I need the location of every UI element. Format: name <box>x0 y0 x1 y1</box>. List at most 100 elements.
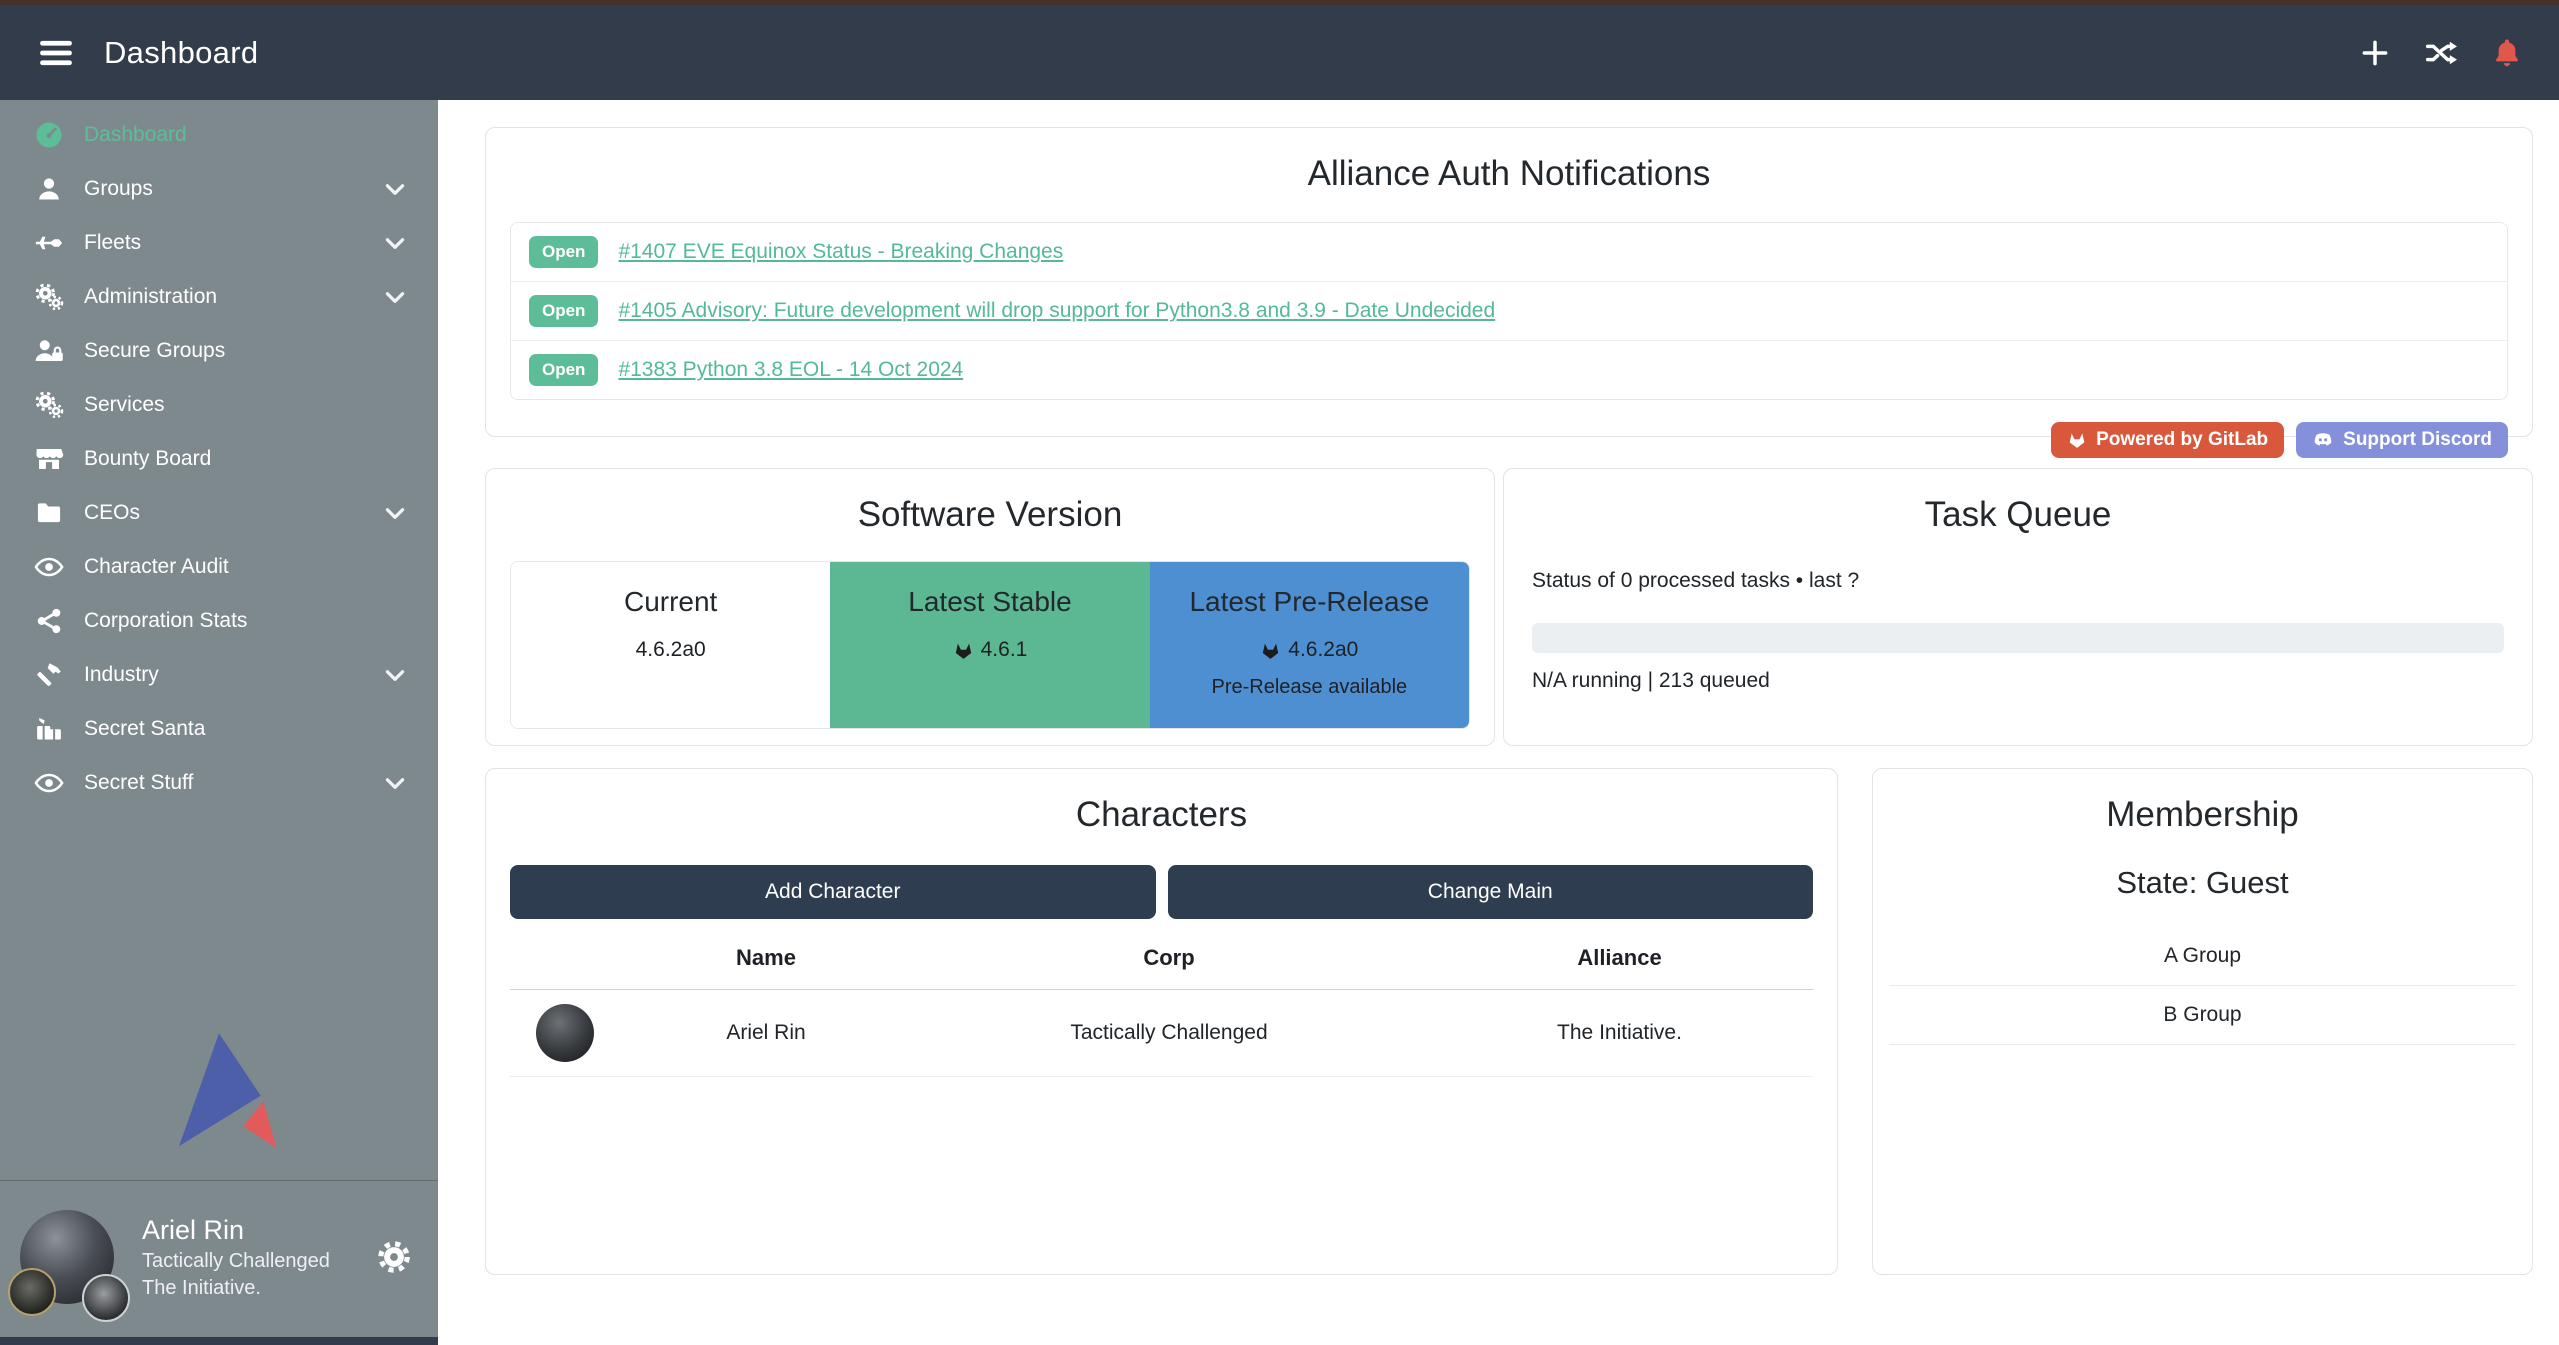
notification-link[interactable]: #1405 Advisory: Future development will … <box>618 299 1495 323</box>
membership-state: State: Guest <box>1873 865 2532 901</box>
sidebar-item-label: Secret Santa <box>84 717 205 741</box>
version-stable-value: 4.6.1 <box>981 638 1028 662</box>
sidebar-item-character-audit[interactable]: Character Audit <box>0 540 438 594</box>
characters-panel: Characters Add Character Change Main Nam… <box>485 768 1838 1275</box>
column-header-corp: Corp <box>912 927 1426 989</box>
sidebar-item-services[interactable]: Services <box>0 378 438 432</box>
characters-table-header: Name Corp Alliance <box>510 927 1813 990</box>
software-version-title: Software Version <box>486 495 1494 535</box>
shuffle-icon[interactable] <box>2425 37 2457 69</box>
sidebar-item-label: Corporation Stats <box>84 609 247 633</box>
main-content: Alliance Auth Notifications Open #1407 E… <box>438 100 2559 1345</box>
gitlab-icon <box>2067 430 2087 450</box>
folder-icon <box>30 498 68 528</box>
task-queue-title: Task Queue <box>1504 495 2532 535</box>
notification-link[interactable]: #1407 EVE Equinox Status - Breaking Chan… <box>618 240 1063 264</box>
characters-title: Characters <box>486 795 1837 835</box>
sidebar-item-label: Bounty Board <box>84 447 211 471</box>
chevron-down-icon <box>382 284 408 310</box>
sidebar-item-label: Fleets <box>84 231 141 255</box>
membership-title: Membership <box>1873 795 2532 835</box>
notification-bell-icon[interactable] <box>2491 37 2523 69</box>
notification-row: Open #1383 Python 3.8 EOL - 14 Oct 2024 <box>511 341 2507 399</box>
sidebar-item-label: Industry <box>84 663 159 687</box>
status-badge: Open <box>529 295 598 327</box>
sidebar-item-label: Secure Groups <box>84 339 225 363</box>
share-nodes-icon <box>30 606 68 636</box>
version-latest-stable: Latest Stable 4.6.1 <box>830 562 1149 728</box>
change-main-button[interactable]: Change Main <box>1168 865 1814 919</box>
discord-icon <box>2312 429 2334 451</box>
gitlab-badge-label: Powered by GitLab <box>2096 429 2268 451</box>
chevron-down-icon <box>382 176 408 202</box>
sidebar-item-secret-stuff[interactable]: Secret Stuff <box>0 756 438 810</box>
sidebar-bottom-strip <box>0 1337 438 1345</box>
fighter-jet-icon <box>30 228 68 258</box>
alliance-auth-logo <box>0 810 438 1180</box>
sidebar-item-dashboard[interactable]: Dashboard <box>0 108 438 162</box>
gauge-icon <box>30 120 68 150</box>
sidebar-item-label: Dashboard <box>84 123 187 147</box>
corp-logo <box>8 1268 56 1316</box>
version-current: Current 4.6.2a0 <box>511 562 830 728</box>
gitlab-tanuki-icon <box>953 640 974 661</box>
chevron-down-icon <box>382 230 408 256</box>
add-icon[interactable] <box>2359 37 2391 69</box>
cogs-icon <box>30 282 68 312</box>
task-queue-panel: Task Queue Status of 0 processed tasks •… <box>1503 468 2533 746</box>
sidebar-item-fleets[interactable]: Fleets <box>0 216 438 270</box>
add-character-button[interactable]: Add Character <box>510 865 1156 919</box>
chevron-down-icon <box>382 500 408 526</box>
character-row: Ariel Rin Tactically Challenged The Init… <box>510 990 1813 1077</box>
user-icon <box>30 174 68 204</box>
sidebar-item-industry[interactable]: Industry <box>0 648 438 702</box>
version-current-label: Current <box>511 586 830 618</box>
task-queue-status: Status of 0 processed tasks • last ? <box>1532 569 2504 593</box>
sidebar-item-groups[interactable]: Groups <box>0 162 438 216</box>
sidebar-item-label: Services <box>84 393 165 417</box>
powered-by-gitlab-badge[interactable]: Powered by GitLab <box>2051 422 2284 458</box>
user-lock-icon <box>30 336 68 366</box>
sidebar-nav: Dashboard Groups Fleets <box>0 100 438 810</box>
user-corp: Tactically Challenged <box>142 1248 330 1274</box>
top-navbar: Dashboard <box>0 5 2559 100</box>
user-panel[interactable]: Ariel Rin Tactically Challenged The Init… <box>0 1181 438 1337</box>
notifications-title: Alliance Auth Notifications <box>486 154 2532 194</box>
sidebar-item-bounty-board[interactable]: Bounty Board <box>0 432 438 486</box>
sidebar-item-label: CEOs <box>84 501 140 525</box>
version-prerelease-label: Latest Pre-Release <box>1150 586 1469 618</box>
sidebar: Dashboard Groups Fleets <box>0 100 438 1345</box>
sidebar-item-secret-santa[interactable]: Secret Santa <box>0 702 438 756</box>
menu-icon[interactable] <box>36 33 76 73</box>
sidebar-item-label: Administration <box>84 285 217 309</box>
eye-icon <box>30 768 68 798</box>
gitlab-tanuki-icon <box>1260 640 1281 661</box>
character-name: Ariel Rin <box>620 1007 912 1059</box>
support-discord-badge[interactable]: Support Discord <box>2296 422 2508 458</box>
sidebar-item-corporation-stats[interactable]: Corporation Stats <box>0 594 438 648</box>
sidebar-item-secure-groups[interactable]: Secure Groups <box>0 324 438 378</box>
notification-row: Open #1405 Advisory: Future development … <box>511 282 2507 341</box>
column-header-name: Name <box>620 927 912 989</box>
notification-link[interactable]: #1383 Python 3.8 EOL - 14 Oct 2024 <box>618 358 963 382</box>
status-badge: Open <box>529 354 598 386</box>
version-latest-prerelease: Latest Pre-Release 4.6.2a0 Pre-Release a… <box>1150 562 1469 728</box>
group-list-item: A Group <box>1889 927 2516 986</box>
membership-groups-list: A Group B Group <box>1889 927 2516 1045</box>
character-alliance: The Initiative. <box>1426 1007 1813 1059</box>
sidebar-item-ceos[interactable]: CEOs <box>0 486 438 540</box>
discord-badge-label: Support Discord <box>2343 429 2492 451</box>
character-portrait <box>536 1004 594 1062</box>
page-title: Dashboard <box>104 35 258 71</box>
characters-table: Name Corp Alliance Ariel Rin Tactically … <box>510 927 1813 1077</box>
task-queue-progress-bar <box>1532 623 2504 653</box>
notifications-list: Open #1407 EVE Equinox Status - Breaking… <box>510 222 2508 400</box>
eye-icon <box>30 552 68 582</box>
settings-gear-icon[interactable] <box>376 1239 412 1275</box>
hammer-icon <box>30 660 68 690</box>
store-icon <box>30 444 68 474</box>
version-current-value: 4.6.2a0 <box>636 638 706 662</box>
prerelease-note: Pre-Release available <box>1150 676 1469 699</box>
sidebar-item-administration[interactable]: Administration <box>0 270 438 324</box>
membership-panel: Membership State: Guest A Group B Group <box>1872 768 2533 1275</box>
